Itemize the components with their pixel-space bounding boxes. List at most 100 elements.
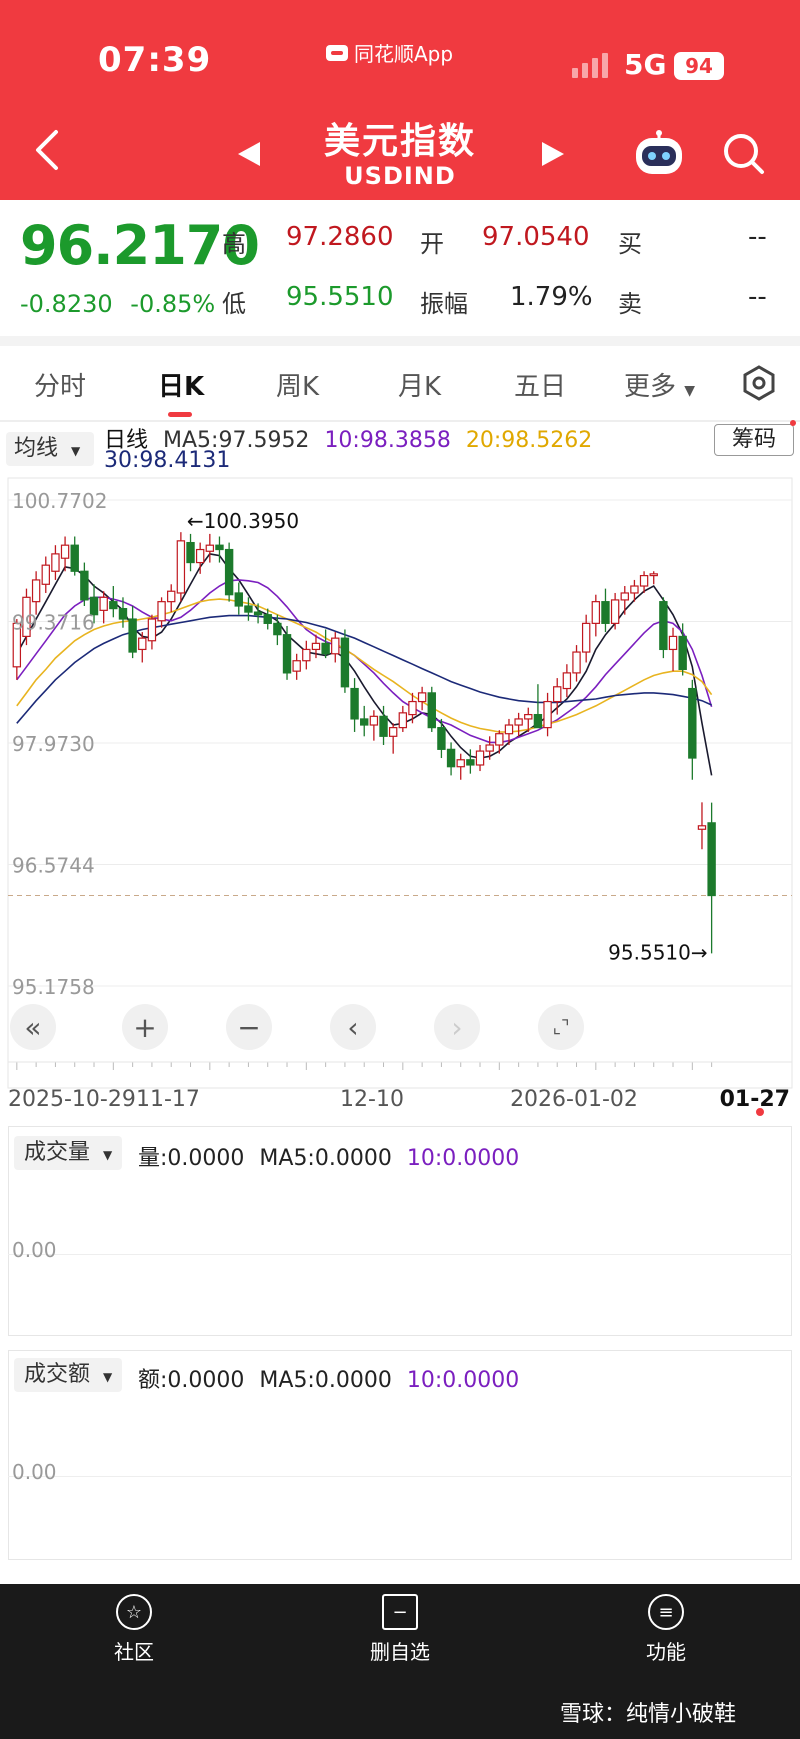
- tab-intraday[interactable]: 分时: [34, 366, 86, 403]
- dropdown-triangle-icon: ▼: [684, 383, 696, 399]
- volume-ma5: MA5:0.0000: [259, 1146, 392, 1171]
- volume-baseline: [8, 1254, 792, 1255]
- candle-body: [244, 605, 253, 613]
- ma20-value: 20:98.5262: [465, 428, 593, 453]
- x-tick-label: 12-10: [340, 1087, 404, 1112]
- candle-body: [369, 715, 379, 726]
- candle-body: [360, 718, 369, 726]
- indicator-selector[interactable]: 均线 ▼: [6, 432, 94, 466]
- zoom-out-button[interactable]: −: [226, 1004, 272, 1050]
- high-label: 高: [222, 230, 246, 258]
- candle-body: [639, 574, 649, 587]
- section-divider: [0, 336, 800, 346]
- amount-baseline: [8, 1476, 792, 1477]
- open-label: 开: [420, 230, 444, 258]
- tab-more[interactable]: 更多 ▼: [624, 366, 695, 403]
- volume-selector[interactable]: 成交量 ▼: [14, 1136, 123, 1170]
- candle-body: [224, 548, 234, 596]
- candle-body: [707, 822, 716, 897]
- change-value: -0.8230: [20, 290, 113, 318]
- tab-five-day[interactable]: 五日: [514, 366, 566, 403]
- chip-distribution-button[interactable]: 筹码: [714, 424, 794, 456]
- fullscreen-button[interactable]: ⌞⌝: [538, 1004, 584, 1050]
- candle-body: [649, 573, 658, 577]
- candle-body: [186, 541, 195, 564]
- chart-frame: [7, 477, 793, 1089]
- x-tick-label: 11-17: [136, 1087, 200, 1112]
- candle-body: [128, 618, 137, 653]
- search-icon: [724, 134, 764, 174]
- zoom-out-max-button[interactable]: «: [10, 1004, 56, 1050]
- nav-functions[interactable]: ≡ 功能: [596, 1594, 736, 1665]
- candle-body: [581, 622, 591, 653]
- amount-ma10: 10:0.0000: [406, 1368, 520, 1393]
- candle-body: [485, 744, 494, 752]
- candle-body: [543, 700, 552, 729]
- kline-chart[interactable]: 100.7702 99.3716 97.9730 96.5744 95.1758 ←100…: [0, 470, 800, 1130]
- tab-monthly-k[interactable]: 月K: [398, 366, 441, 403]
- y-tick-label: 96.5744: [12, 854, 95, 878]
- candle-body: [138, 637, 147, 651]
- candle-body: [263, 614, 272, 624]
- x-tick-label: 2026-01-02: [510, 1087, 638, 1112]
- amplitude-value: 1.79%: [510, 282, 593, 312]
- nav-community[interactable]: ☆ 社区: [64, 1594, 204, 1665]
- tab-daily-k[interactable]: 日K: [158, 366, 204, 403]
- amount-selector[interactable]: 成交额 ▼: [14, 1358, 123, 1392]
- nav-remove-watchlist[interactable]: − 删自选: [330, 1594, 470, 1665]
- tab-weekly-k[interactable]: 周K: [276, 366, 319, 403]
- amount-ma5: MA5:0.0000: [259, 1368, 392, 1393]
- back-arrow-icon: [36, 130, 58, 170]
- sell-label: 卖: [618, 290, 642, 318]
- candle-body: [591, 601, 601, 624]
- x-tick-label: 2025-10-29: [8, 1087, 136, 1112]
- price-change: -0.8230 -0.85%: [20, 290, 215, 318]
- amplitude-label: 振幅: [420, 290, 468, 318]
- candle-body: [99, 596, 108, 611]
- candle-body: [678, 635, 687, 671]
- battery-icon: 94: [674, 52, 724, 80]
- candle-body: [51, 553, 60, 572]
- volume-ma10: 10:0.0000: [406, 1146, 520, 1171]
- y-tick-label: 95.1758: [12, 975, 95, 999]
- assistant-button[interactable]: [632, 130, 686, 182]
- buy-label: 买: [618, 230, 642, 258]
- chart-settings-button[interactable]: [740, 364, 778, 406]
- next-instrument-button[interactable]: [540, 140, 566, 172]
- candle-body: [80, 570, 89, 601]
- min-price-annotation: 95.5510→: [608, 940, 707, 964]
- menu-icon: ≡: [648, 1594, 684, 1630]
- nav-community-label: 社区: [114, 1640, 154, 1664]
- candle-body: [379, 715, 388, 737]
- candle-body: [157, 601, 166, 622]
- scroll-left-button[interactable]: ‹: [330, 1004, 376, 1050]
- community-icon: ☆: [116, 1594, 152, 1630]
- double-chevron-left-icon: «: [24, 1010, 42, 1044]
- dropdown-triangle-icon: ▼: [71, 444, 81, 458]
- candle-body: [417, 692, 427, 703]
- max-price-annotation: ←100.3950: [187, 509, 299, 533]
- remove-watchlist-icon: −: [382, 1594, 418, 1630]
- x-tick-label: 01-27: [720, 1087, 790, 1112]
- back-button[interactable]: [30, 128, 70, 170]
- y-tick-label: 99.3716: [12, 611, 95, 635]
- change-percent: -0.85%: [130, 290, 216, 318]
- plus-icon: +: [133, 1010, 157, 1044]
- dropdown-triangle-icon: ▼: [103, 1148, 113, 1162]
- app-label: 同花顺App: [354, 42, 454, 66]
- zoom-in-button[interactable]: +: [122, 1004, 168, 1050]
- chevron-right-icon: ›: [451, 1010, 463, 1044]
- candle-body: [697, 825, 707, 830]
- candle-body: [109, 601, 118, 610]
- indicator-selector-label: 均线: [14, 436, 59, 461]
- high-value: 97.2860: [286, 222, 394, 252]
- candle-body: [253, 611, 263, 616]
- search-button[interactable]: [722, 132, 766, 180]
- scroll-right-button[interactable]: ›: [434, 1004, 480, 1050]
- candle-body: [331, 637, 340, 655]
- nav-remove-watchlist-label: 删自选: [370, 1640, 430, 1664]
- candle-body: [610, 599, 620, 624]
- low-label: 低: [222, 290, 246, 318]
- amount-zero-label: 0.00: [12, 1460, 57, 1484]
- buy-value: --: [748, 222, 767, 252]
